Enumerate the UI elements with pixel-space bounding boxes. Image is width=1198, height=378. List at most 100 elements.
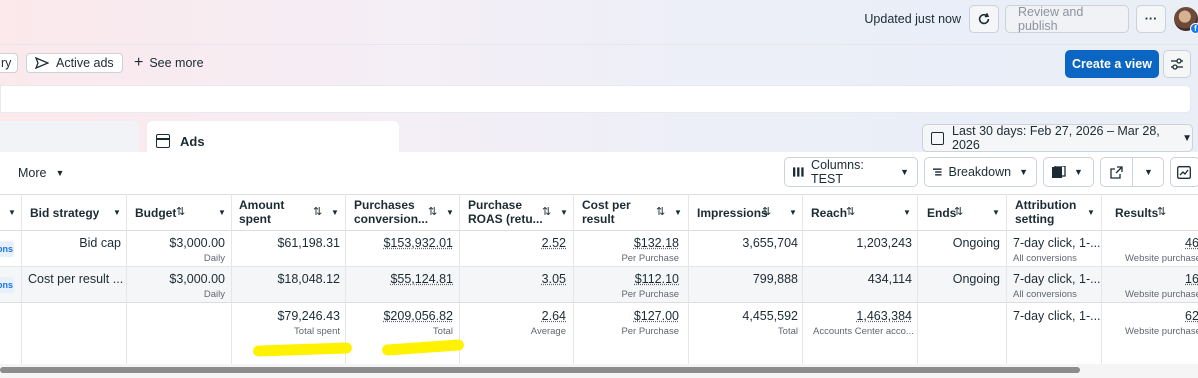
results-cell[interactable]: 16 bbox=[1185, 272, 1198, 286]
header-line: Purchase bbox=[468, 198, 522, 212]
average-roas[interactable]: 2.64 bbox=[542, 309, 566, 323]
header-reach[interactable]: Reach bbox=[811, 206, 847, 220]
bid-strategy-cell: Bid cap bbox=[79, 236, 121, 250]
column-menu-icon[interactable]: ▼ bbox=[113, 208, 121, 217]
view-settings-button[interactable] bbox=[1163, 50, 1191, 78]
total-purchases-sub: Total bbox=[433, 326, 453, 337]
search-filter-bar[interactable] bbox=[0, 85, 1191, 113]
header-attribution[interactable]: Attribution setting bbox=[1015, 198, 1076, 226]
export-split-button[interactable]: ▼ bbox=[1100, 157, 1164, 187]
more-dropdown[interactable]: More ▼ bbox=[18, 166, 64, 180]
header-line: Cost per bbox=[582, 198, 631, 212]
col-divider bbox=[1101, 194, 1102, 364]
sort-icon[interactable]: ⇅ bbox=[1157, 205, 1166, 218]
header-line: setting bbox=[1015, 212, 1054, 226]
column-menu-icon[interactable]: ▼ bbox=[903, 208, 911, 217]
divider bbox=[0, 44, 1198, 45]
total-cost-per-result[interactable]: $127.00 bbox=[634, 309, 679, 323]
chart-button[interactable] bbox=[1170, 157, 1198, 187]
header-purchases-value[interactable]: Purchases conversion... bbox=[354, 198, 428, 226]
campaign-badge[interactable]: ons bbox=[0, 241, 14, 257]
header-line: conversion... bbox=[354, 212, 428, 226]
facebook-icon: f bbox=[1190, 23, 1198, 34]
total-reach[interactable]: 1,463,384 bbox=[856, 309, 912, 323]
settings-sliders-icon bbox=[1170, 58, 1184, 70]
total-impressions: 4,455,592 bbox=[742, 309, 798, 323]
scrollbar-thumb[interactable] bbox=[0, 367, 1080, 373]
avatar[interactable]: f bbox=[1174, 7, 1198, 31]
review-publish-button[interactable]: Review and publish bbox=[1005, 5, 1129, 33]
purchases-value-cell[interactable]: $55,124.81 bbox=[390, 272, 453, 286]
reach-cell: 434,114 bbox=[868, 272, 912, 286]
results-cell[interactable]: 46 bbox=[1185, 236, 1198, 250]
roas-cell[interactable]: 2.52 bbox=[542, 236, 566, 250]
purchases-value-cell[interactable]: $153,932.01 bbox=[383, 236, 453, 250]
impressions-cell: 3,655,704 bbox=[742, 236, 798, 250]
column-menu-icon[interactable]: ▼ bbox=[8, 208, 16, 217]
col-divider bbox=[802, 194, 803, 364]
roas-cell[interactable]: 3.05 bbox=[542, 272, 566, 286]
more-options-button[interactable]: ··· bbox=[1136, 5, 1166, 33]
sort-icon[interactable]: ⇅ bbox=[313, 205, 322, 218]
column-menu-icon[interactable]: ▼ bbox=[1087, 208, 1095, 217]
cost-per-result-cell[interactable]: $112.10 bbox=[635, 272, 679, 286]
send-icon bbox=[35, 57, 49, 69]
sort-icon[interactable]: ⇅ bbox=[846, 205, 855, 218]
chart-icon bbox=[1177, 166, 1191, 179]
chevron-down-icon[interactable]: ▼ bbox=[1144, 167, 1153, 177]
header-impressions[interactable]: Impressions bbox=[697, 206, 768, 220]
breakdown-dropdown[interactable]: Breakdown ▼ bbox=[924, 157, 1037, 187]
header-bid-strategy[interactable]: Bid strategy bbox=[30, 206, 99, 220]
tab-ad-sets[interactable] bbox=[0, 121, 139, 155]
column-menu-icon[interactable]: ▼ bbox=[446, 208, 454, 217]
budget-cell[interactable]: $3,000.00 bbox=[169, 272, 225, 286]
header-purchase-roas[interactable]: Purchase ROAS (retu... bbox=[468, 198, 543, 226]
refresh-button[interactable] bbox=[969, 5, 999, 33]
campaign-badge[interactable]: ons bbox=[0, 277, 14, 293]
filter-chip-partial[interactable]: ry bbox=[0, 53, 18, 73]
sort-icon[interactable]: ⇅ bbox=[762, 205, 771, 218]
reports-dropdown[interactable]: ▼ bbox=[1043, 157, 1094, 187]
reports-icon bbox=[1052, 166, 1066, 178]
total-results[interactable]: 62 bbox=[1185, 309, 1198, 323]
header-results[interactable]: Results bbox=[1115, 206, 1158, 220]
header-amount-spent[interactable]: Amount spent bbox=[239, 198, 284, 226]
col-divider bbox=[573, 194, 574, 364]
header-line: result bbox=[582, 212, 615, 226]
header-ends[interactable]: Ends bbox=[927, 206, 956, 220]
column-menu-icon[interactable]: ▼ bbox=[674, 208, 682, 217]
header-line: spent bbox=[239, 212, 271, 226]
header-cost-per-result[interactable]: Cost per result bbox=[582, 198, 631, 226]
sort-icon[interactable]: ⇅ bbox=[176, 205, 185, 218]
horizontal-scrollbar[interactable] bbox=[0, 364, 1198, 378]
tab-ads-label: Ads bbox=[180, 134, 205, 149]
header-budget[interactable]: Budget bbox=[135, 206, 176, 220]
see-more-button[interactable]: + See more bbox=[134, 53, 204, 73]
total-amount-spent-sub: Total spent bbox=[294, 326, 340, 337]
column-menu-icon[interactable]: ▼ bbox=[218, 208, 226, 217]
sort-icon[interactable]: ⇅ bbox=[542, 205, 551, 218]
column-menu-icon[interactable]: ▼ bbox=[560, 208, 568, 217]
column-menu-icon[interactable]: ▼ bbox=[992, 208, 1000, 217]
top-actions: Updated just now Review and publish ··· … bbox=[864, 5, 1198, 33]
export-button[interactable] bbox=[1101, 158, 1133, 186]
breakdown-icon bbox=[933, 167, 942, 177]
cost-per-result-cell[interactable]: $132.18 bbox=[634, 236, 679, 250]
attribution-cell: 7-day click, 1-... bbox=[1013, 236, 1101, 250]
columns-dropdown[interactable]: Columns: TEST ▼ bbox=[784, 157, 918, 187]
column-menu-icon[interactable]: ▼ bbox=[789, 208, 797, 217]
sort-icon[interactable]: ⇅ bbox=[656, 205, 665, 218]
see-more-label: See more bbox=[149, 56, 203, 70]
sort-icon[interactable]: ⇅ bbox=[428, 205, 437, 218]
ads-table: ▼ Bid strategy ▼ Budget ⇅ ▼ Amount spent… bbox=[0, 194, 1198, 364]
budget-cell[interactable]: $3,000.00 bbox=[169, 236, 225, 250]
date-range-picker[interactable]: Last 30 days: Feb 27, 2026 – Mar 28, 202… bbox=[922, 124, 1193, 152]
date-range-label: Last 30 days: Feb 27, 2026 – Mar 28, 202… bbox=[952, 124, 1171, 152]
create-view-button[interactable]: Create a view bbox=[1065, 50, 1159, 78]
sort-icon[interactable]: ⇅ bbox=[954, 205, 963, 218]
column-menu-icon[interactable]: ▼ bbox=[331, 208, 339, 217]
total-purchases-value[interactable]: $209,056.82 bbox=[383, 309, 453, 323]
attribution-cell: 7-day click, 1-... bbox=[1013, 272, 1101, 286]
budget-sub: Daily bbox=[204, 253, 225, 264]
active-ads-chip[interactable]: Active ads bbox=[26, 53, 123, 73]
